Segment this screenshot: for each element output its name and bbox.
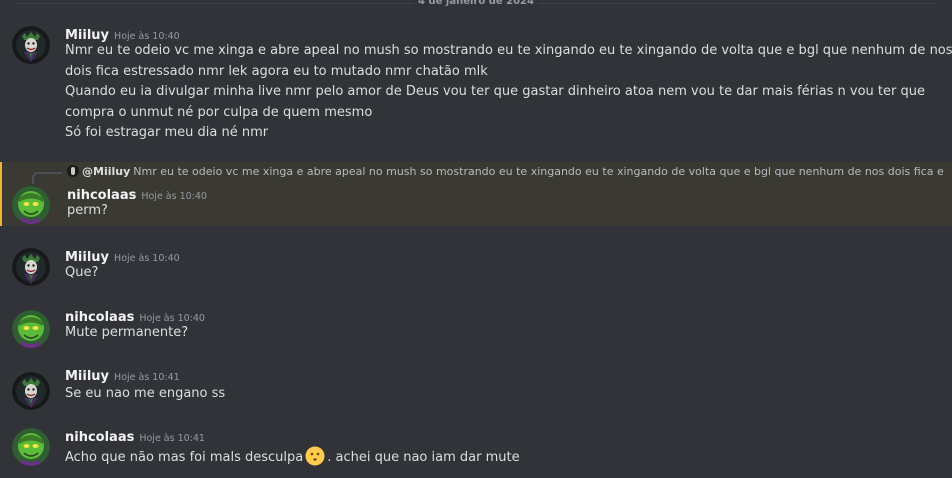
message-line: dois fica estressado nmr lek agora eu to… [65, 63, 488, 79]
username[interactable]: nihcolaas [65, 430, 134, 445]
reply-avatar-icon [67, 165, 79, 177]
chat-messages: 4 de janeiro de 2024 Miiluy Hoje às 10:40… [0, 0, 952, 478]
message-text: Mute permanente? [65, 325, 189, 340]
message-text: Acho que não mas foi mals desculpa . ache… [65, 446, 938, 469]
green-goblin-avatar-icon[interactable] [12, 428, 50, 466]
reply-text[interactable]: Nmr eu te odeio vc me xinga e abre apeal… [133, 165, 943, 178]
hushed-face-emoji[interactable] [305, 446, 325, 466]
timestamp[interactable]: Hoje às 10:41 [139, 433, 205, 444]
message-content: Que? [65, 263, 938, 284]
message-item[interactable]: Miiluy Hoje às 10:41 Se eu nao me engano … [0, 360, 952, 416]
joker-avatar-icon[interactable] [12, 26, 50, 64]
reply-mention[interactable]: @Miiluy [82, 165, 130, 178]
message-content: Mute permanente? [65, 323, 938, 344]
date-divider: 4 de janeiro de 2024 [0, 0, 952, 8]
reply-preview[interactable]: @Miiluy Nmr eu te odeio vc me xinga e abr… [67, 165, 952, 179]
message-line: Só foi estragar meu dia né nmr [65, 125, 269, 141]
message-line: compra o unmut né por culpa de quem mesm… [65, 104, 373, 120]
message-text: perm? [67, 203, 108, 218]
message-line: Nmr eu te odeio vc me xinga e abre apeal… [65, 43, 952, 58]
message-line: Quando eu ia divulgar minha live nmr pel… [65, 84, 925, 100]
message-item[interactable]: nihcolaas Hoje às 10:41 Acho que não mas … [0, 422, 952, 478]
message-item[interactable]: Miiluy Hoje às 10:40 Nmr eu te odeio vc m… [0, 14, 952, 154]
joker-avatar-icon[interactable] [12, 248, 50, 286]
message-item-mention[interactable]: @Miiluy Nmr eu te odeio vc me xinga e abr… [0, 162, 952, 226]
message-text: Que? [65, 265, 99, 280]
reply-spine [32, 172, 62, 184]
username[interactable]: Miiluy [65, 369, 109, 384]
message-text: Se eu nao me engano ss [65, 386, 226, 401]
message-item[interactable]: nihcolaas Hoje às 10:40 Mute permanente? [0, 298, 952, 354]
message-content: Acho que não mas foi mals desculpa . ache… [65, 446, 938, 469]
message-content: Se eu nao me engano ss [65, 384, 938, 405]
timestamp[interactable]: Hoje às 10:41 [114, 372, 180, 383]
green-goblin-avatar-icon[interactable] [12, 310, 50, 348]
message-content: perm? [67, 201, 938, 222]
message-item[interactable]: Miiluy Hoje às 10:40 Que? [0, 236, 952, 292]
joker-avatar-icon[interactable] [12, 372, 50, 410]
green-goblin-avatar-icon[interactable] [12, 186, 50, 224]
message-text-part: Acho que não mas foi mals desculpa [65, 450, 304, 465]
message-header: nihcolaas Hoje às 10:41 [65, 428, 205, 447]
message-content: Nmr eu te odeio vc me xinga e abre apeal… [65, 41, 952, 144]
date-divider-label: 4 de janeiro de 2024 [414, 0, 538, 8]
message-text-part: . achei que nao iam dar mute [327, 450, 520, 465]
